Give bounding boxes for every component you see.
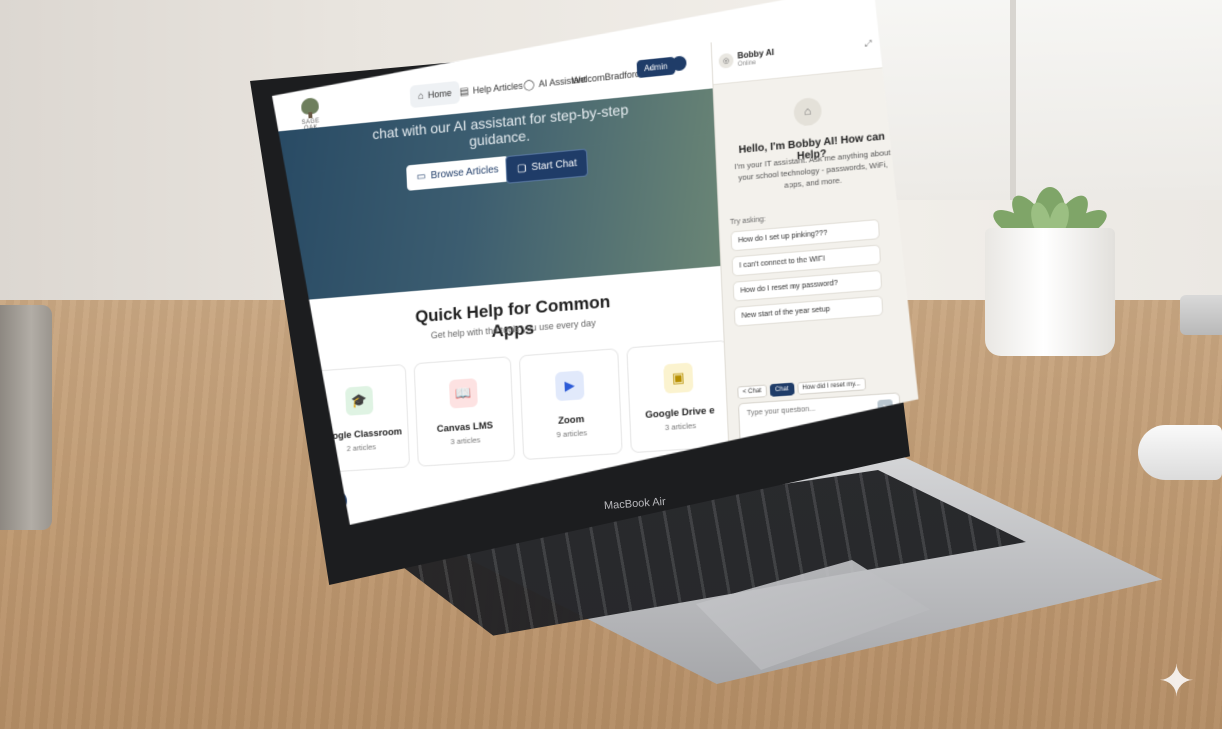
browse-articles-label: Browse Articles bbox=[430, 164, 499, 182]
computer-mouse bbox=[1138, 425, 1222, 480]
nav-home-label: Home bbox=[427, 87, 452, 101]
app-card-google-drive[interactable]: ▣ Google Drive e 3 articles bbox=[626, 340, 732, 453]
app-card-count: 2 articles bbox=[346, 442, 377, 454]
chat-bot-name: Bobby AI bbox=[737, 47, 775, 61]
chat-bubble-icon: ◯ bbox=[523, 78, 535, 92]
chat-header: ◎ Bobby AI Online ⤢ ✕ bbox=[712, 23, 905, 86]
app-card-google-classroom[interactable]: 🎓 Google Classroom 2 articles bbox=[310, 364, 410, 474]
expand-icon[interactable]: ⤢ bbox=[865, 39, 872, 50]
character-counter: 0 / 2,000 bbox=[741, 443, 767, 452]
sparkle-icon: ✦ bbox=[1158, 657, 1195, 706]
drive-icon: ▣ bbox=[663, 362, 693, 393]
app-card-canvas-lms[interactable]: 📖 Canvas LMS 3 articles bbox=[414, 356, 516, 467]
start-chat-label: Start Chat bbox=[531, 157, 578, 174]
chat-tab-history[interactable]: How did I reset my... bbox=[797, 378, 866, 395]
book-icon: 📖 bbox=[449, 378, 478, 409]
chat-tab-back[interactable]: < Chat bbox=[737, 384, 767, 399]
book-open-icon: ▭ bbox=[416, 170, 427, 183]
robot-icon: ⌂ bbox=[793, 97, 822, 127]
eye-icon[interactable]: ◉ bbox=[325, 490, 347, 513]
mug bbox=[0, 305, 52, 530]
graduation-cap-icon: 🎓 bbox=[345, 386, 373, 416]
admin-button[interactable]: Admin bbox=[637, 57, 676, 78]
chat-bot-status: Online bbox=[737, 59, 757, 69]
try-asking-label: Try asking: bbox=[729, 215, 766, 227]
chat-tab-current[interactable]: Chat bbox=[770, 383, 795, 397]
home-icon: ⌂ bbox=[417, 90, 425, 102]
document-icon: ▤ bbox=[459, 85, 470, 98]
desk-device bbox=[1180, 295, 1222, 335]
tree-trunk bbox=[308, 112, 312, 118]
plant-pot bbox=[985, 228, 1115, 356]
suggestion-chip[interactable]: New start of the year setup bbox=[734, 295, 884, 326]
app-card-zoom[interactable]: ▶ Zoom 9 articles bbox=[519, 348, 623, 460]
web-app: SAGE OAK ⌂ Home ▤ Help Articles ◯ AI Ass… bbox=[270, 0, 923, 528]
bot-avatar-icon: ◎ bbox=[718, 53, 733, 69]
enter-hint: Enter to send bbox=[858, 420, 892, 430]
chat-icon: ▢ bbox=[516, 162, 527, 175]
video-icon: ▶ bbox=[555, 370, 585, 401]
screen-area: SAGE OAK ⌂ Home ▤ Help Articles ◯ AI Ass… bbox=[270, 48, 890, 548]
chat-input-box: ➤ Enter to send bbox=[738, 392, 902, 443]
chat-input[interactable] bbox=[744, 401, 865, 419]
